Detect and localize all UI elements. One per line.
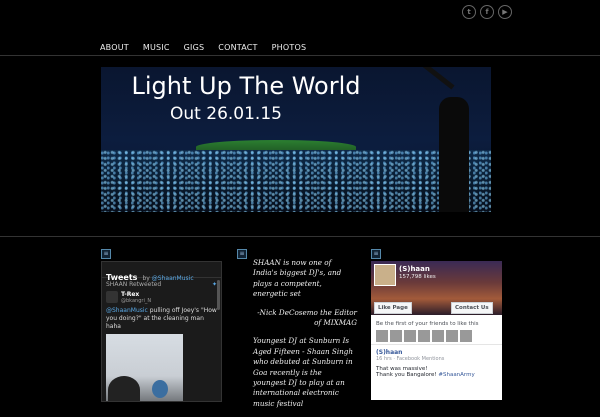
facebook-avatar[interactable] [374,264,396,286]
hero-banner[interactable]: Light Up The World Out 26.01.15 [101,67,491,212]
nav-photos[interactable]: PHOTOS [272,43,307,52]
tweet-author[interactable]: T-Rex @bkangri_N [106,291,217,304]
content-divider [0,236,600,237]
facebook-cover[interactable]: (S)haan 157,798 likes Like Page Contact … [371,261,502,315]
tweet-author-name: T-Rex [121,291,140,298]
facebook-faces [376,330,497,342]
hero-performer [439,97,469,212]
nav-about[interactable]: ABOUT [100,43,129,52]
facebook-widget[interactable]: (S)haan 157,798 likes Like Page Contact … [371,261,502,400]
youtube-icon[interactable]: ▶ [498,5,512,19]
avatar[interactable] [460,330,472,342]
quote-column: SHAAN is now one of India's biggest DJ's… [253,258,357,417]
hero-crowd [101,150,491,212]
facebook-like-count: 157,798 likes [399,274,436,280]
news-text: Youngest DJ at Sunburn Is Aged Fifteen -… [253,336,354,408]
like-page-button[interactable]: Like Page [374,302,412,314]
tweet-photo[interactable] [106,334,183,401]
tweet[interactable]: SHAAN Retweeted ✦ T-Rex @bkangri_N @Shaa… [102,278,221,401]
contact-us-button[interactable]: Contact Us [451,302,493,314]
quote-text: SHAAN is now one of India's biggest DJ's… [253,258,342,299]
retweet-line: SHAAN Retweeted ✦ [106,281,217,288]
avatar[interactable] [106,291,118,303]
facebook-post-text-2: Thank you Bangalore! #ShaanArmy [376,372,475,378]
facebook-icon[interactable]: f [480,5,494,19]
facebook-post[interactable]: (S)haan 16 hrs · Facebook Mentions That … [371,345,502,382]
widget-icon: ≡ [101,249,111,259]
nav-divider [0,55,600,56]
facebook-post-author[interactable]: (S)haan [376,349,497,356]
tweet-mention[interactable]: @ShaanMusic [106,307,148,314]
twitter-scrollbar[interactable] [217,280,220,310]
widget-icon: ≡ [371,249,381,259]
facebook-page-name[interactable]: (S)haan [399,265,430,273]
tweet-text: @ShaanMusic pulling off Joey's "How you … [106,307,217,330]
tweet-author-handle: @bkangri_N [121,298,152,304]
social-links: t f ▶ [462,5,512,19]
facebook-hashtag[interactable]: #ShaanArmy [438,372,474,378]
hero-title: Light Up The World [131,72,361,100]
quote-attribution: -Nick DeCosemo the Editor of MIXMAG [257,307,357,328]
main-nav: ABOUT MUSIC GIGS CONTACT PHOTOS [100,43,320,52]
widget-icon: ≡ [237,249,247,259]
avatar[interactable] [418,330,430,342]
hero-subtitle: Out 26.01.15 [170,104,282,124]
avatar[interactable] [446,330,458,342]
photo-subject [152,380,168,398]
twitter-icon[interactable]: t [462,5,476,19]
photo-subject [108,376,140,401]
twitter-header: Tweets by @ShaanMusic [102,262,221,282]
nav-contact[interactable]: CONTACT [218,43,257,52]
avatar[interactable] [376,330,388,342]
nav-music[interactable]: MUSIC [143,43,170,52]
avatar[interactable] [432,330,444,342]
facebook-friends: Be the first of your friends to like thi… [371,315,502,345]
nav-gigs[interactable]: GIGS [184,43,205,52]
avatar[interactable] [390,330,402,342]
facebook-friends-text: Be the first of your friends to like thi… [376,321,479,327]
facebook-post-meta: 16 hrs · Facebook Mentions [376,356,445,362]
twitter-widget[interactable]: Tweets by @ShaanMusic SHAAN Retweeted ✦ … [101,261,222,402]
avatar[interactable] [404,330,416,342]
